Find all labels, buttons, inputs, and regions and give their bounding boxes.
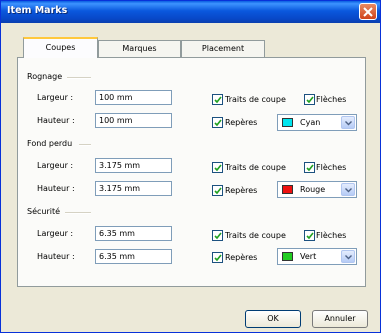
ok-button-label: OK [267, 314, 279, 323]
tab-label: Coupes [45, 43, 76, 52]
tab-marques[interactable]: Marques [98, 40, 181, 57]
trim-marks-label: Traits de coupe [225, 231, 286, 240]
color-select-value: Rouge [300, 185, 326, 194]
section-title: Fond perdu [27, 139, 73, 148]
reg-marks-label: Repères [225, 118, 258, 127]
close-button[interactable] [359, 3, 377, 20]
height-input[interactable]: 100 mm [95, 113, 172, 128]
tab-label: Marques [122, 44, 157, 53]
reg-marks-checkbox[interactable] [212, 185, 223, 196]
color-select[interactable]: Vert [277, 248, 357, 265]
title-bar[interactable]: Item Marks [1, 1, 380, 23]
reg-marks-checkbox[interactable] [212, 252, 223, 263]
arrows-checkbox[interactable] [304, 162, 315, 173]
cancel-button-label: Annuler [324, 314, 356, 323]
section-title: Sécurité [27, 207, 61, 216]
width-label: Largeur : [37, 229, 74, 238]
ok-button[interactable]: OK [245, 310, 301, 328]
trim-marks-checkbox[interactable] [212, 94, 223, 105]
trim-marks-label: Traits de coupe [225, 163, 286, 172]
width-input[interactable]: 6.35 mm [95, 226, 172, 241]
arrows-checkbox[interactable] [304, 230, 315, 241]
color-select[interactable]: Rouge [277, 181, 357, 198]
height-label: Hauteur : [37, 252, 75, 261]
height-label: Hauteur : [37, 116, 75, 125]
item-marks-dialog: Item Marks Coupes Marques Placement Rogn… [0, 0, 381, 333]
reg-marks-label: Repères [225, 253, 258, 262]
tab-coupes[interactable]: Coupes [23, 37, 98, 58]
trim-marks-checkbox[interactable] [212, 230, 223, 241]
section-divider [65, 212, 91, 214]
section-divider [67, 77, 91, 79]
window-title: Item Marks [7, 5, 68, 16]
color-swatch [282, 118, 293, 127]
height-input[interactable]: 3.175 mm [95, 181, 172, 196]
width-label: Largeur : [37, 161, 74, 170]
arrows-label: Flèches [316, 163, 347, 172]
arrows-label: Flèches [316, 231, 347, 240]
arrows-label: Flèches [316, 95, 347, 104]
height-label: Hauteur : [37, 184, 75, 193]
color-swatch [282, 252, 293, 261]
color-select[interactable]: Cyan [277, 114, 357, 131]
tab-label: Placement [201, 44, 245, 53]
dropdown-button[interactable] [341, 183, 355, 196]
reg-marks-checkbox[interactable] [212, 117, 223, 128]
trim-marks-checkbox[interactable] [212, 162, 223, 173]
color-select-value: Cyan [300, 118, 321, 127]
width-input[interactable]: 100 mm [95, 90, 172, 105]
section-title: Rognage [27, 72, 63, 81]
tab-placement[interactable]: Placement [181, 40, 265, 57]
reg-marks-label: Repères [225, 186, 258, 195]
width-label: Largeur : [37, 93, 74, 102]
height-input[interactable]: 6.35 mm [95, 249, 172, 264]
color-swatch [282, 185, 293, 194]
dropdown-button[interactable] [341, 250, 355, 263]
trim-marks-label: Traits de coupe [225, 95, 286, 104]
cancel-button[interactable]: Annuler [312, 310, 368, 328]
arrows-checkbox[interactable] [304, 94, 315, 105]
width-input[interactable]: 3.175 mm [95, 158, 172, 173]
dropdown-button[interactable] [341, 116, 355, 129]
section-divider [79, 144, 91, 146]
color-select-value: Vert [300, 252, 317, 261]
